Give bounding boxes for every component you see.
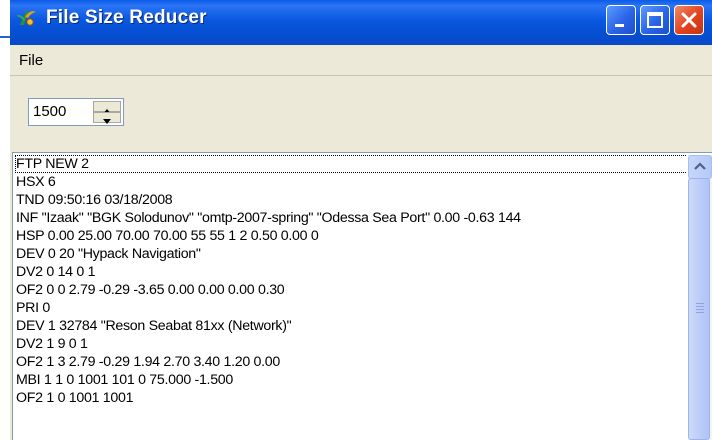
file-content-list[interactable]: FTP NEW 2 HSX 6 TND 09:50:16 03/18/2008 INF… bbox=[12, 152, 712, 440]
menu-file[interactable]: File bbox=[16, 52, 46, 69]
chevron-up-icon bbox=[694, 162, 706, 170]
list-item[interactable]: OF2 1 0 1001 1001 bbox=[15, 389, 687, 407]
list-item[interactable]: OF2 0 0 2.79 -0.29 -3.65 0.00 0.00 0.00 … bbox=[15, 281, 687, 299]
size-spinner[interactable]: 1500 bbox=[28, 98, 124, 126]
window-title: File Size Reducer bbox=[46, 7, 207, 28]
spinner-up-button[interactable] bbox=[93, 101, 121, 114]
list-item[interactable]: DEV 1 32784 "Reson Seabat 81xx (Network)… bbox=[15, 317, 687, 335]
maximize-button[interactable] bbox=[640, 5, 670, 35]
scroll-grip-line bbox=[696, 306, 704, 307]
list-item[interactable]: PRI 0 bbox=[15, 299, 687, 317]
minimize-icon bbox=[615, 24, 624, 27]
spinner-value[interactable]: 1500 bbox=[33, 103, 66, 120]
scroll-thumb[interactable] bbox=[688, 178, 710, 440]
scroll-grip-line bbox=[696, 303, 704, 304]
list-item[interactable]: FTP NEW 2 bbox=[15, 155, 687, 173]
app-icon[interactable] bbox=[16, 7, 38, 29]
scroll-grip-line bbox=[696, 309, 704, 310]
list-item[interactable]: MBI 1 1 0 1001 101 0 75.000 -1.500 bbox=[15, 371, 687, 389]
list-lines: FTP NEW 2 HSX 6 TND 09:50:16 03/18/2008 INF… bbox=[15, 155, 687, 407]
maximize-icon bbox=[647, 12, 663, 28]
arrow-down-icon bbox=[103, 119, 111, 124]
list-item[interactable]: OF2 1 3 2.79 -0.29 1.94 2.70 3.40 1.20 0… bbox=[15, 353, 687, 371]
vertical-scrollbar[interactable] bbox=[688, 155, 712, 440]
list-item[interactable]: TND 09:50:16 03/18/2008 bbox=[15, 191, 687, 209]
menu-bar: File bbox=[10, 45, 712, 76]
list-item[interactable]: HSX 6 bbox=[15, 173, 687, 191]
scroll-up-button[interactable] bbox=[688, 155, 712, 179]
list-item[interactable]: DV2 0 14 0 1 bbox=[15, 263, 687, 281]
scroll-grip-line bbox=[696, 312, 704, 313]
list-item[interactable]: INF "Izaak" "BGK Solodunov" "omtp-2007-s… bbox=[15, 209, 687, 227]
minimize-button[interactable] bbox=[606, 5, 636, 35]
close-icon bbox=[681, 12, 697, 28]
spinner-buttons bbox=[93, 101, 121, 124]
spinner-down-button[interactable] bbox=[93, 112, 121, 124]
list-item[interactable]: HSP 0.00 25.00 70.00 70.00 55 55 1 2 0.5… bbox=[15, 227, 687, 245]
close-button[interactable] bbox=[674, 5, 704, 35]
list-item[interactable]: DV2 1 9 0 1 bbox=[15, 335, 687, 353]
app-window: File Size Reducer File 1500 FTP NEW 2 HS… bbox=[10, 0, 712, 440]
list-item[interactable]: DEV 0 20 "Hypack Navigation" bbox=[15, 245, 687, 263]
title-bar[interactable]: File Size Reducer bbox=[10, 0, 712, 45]
